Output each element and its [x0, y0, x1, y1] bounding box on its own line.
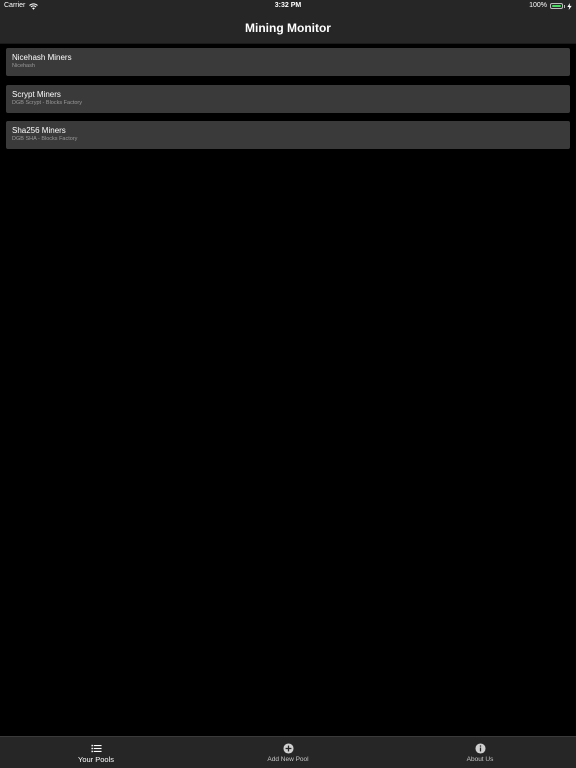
pool-name: Scrypt Miners: [12, 89, 61, 99]
battery-percent: 100%: [529, 2, 547, 9]
plus-circle-icon: [282, 742, 294, 754]
tab-label: About Us: [466, 755, 494, 763]
battery-icon: [550, 3, 563, 9]
navigation-bar: Mining Monitor: [0, 12, 576, 44]
charging-bolt-icon: [567, 2, 572, 10]
pool-row-nicehash[interactable]: Nicehash Miners Nicehash: [6, 48, 570, 76]
status-bar: Carrier 3:32 PM 100%: [0, 0, 576, 12]
list-icon: [90, 744, 102, 752]
pool-list: Nicehash Miners Nicehash Scrypt Miners D…: [6, 48, 570, 158]
page-title: Mining Monitor: [245, 20, 331, 35]
pool-name: Nicehash Miners: [12, 53, 72, 62]
tab-bar: Your Pools Add New Pool About Us: [0, 736, 576, 768]
pool-subtitle: Nicehash: [12, 63, 35, 69]
battery-tip: [564, 4, 565, 8]
pool-subtitle: DGB SHA - Blocks Factory: [12, 136, 78, 142]
pool-subtitle: DGB Scrypt - Blocks Factory: [12, 99, 82, 106]
info-circle-icon: [474, 742, 486, 754]
status-time: 3:32 PM: [274, 2, 302, 9]
tab-add-new-pool[interactable]: Add New Pool: [247, 737, 329, 768]
pool-name: Sha256 Miners: [12, 126, 66, 135]
pool-row-sha256[interactable]: Sha256 Miners DGB SHA - Blocks Factory: [6, 121, 570, 149]
tab-label: Add New Pool: [267, 755, 309, 763]
tab-your-pools[interactable]: Your Pools: [56, 737, 136, 768]
tab-label: Your Pools: [78, 754, 114, 764]
app-screen: Carrier 3:32 PM 100% Mining Monitor Nice…: [0, 0, 576, 768]
battery-fill: [552, 5, 561, 7]
tab-about-us[interactable]: About Us: [440, 737, 520, 768]
pool-row-scrypt[interactable]: Scrypt Miners DGB Scrypt - Blocks Factor…: [6, 84, 570, 113]
status-right: 100%: [529, 0, 572, 12]
